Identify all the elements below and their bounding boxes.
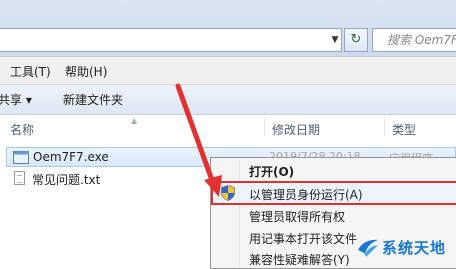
watermark: 系统天地 xyxy=(356,234,456,262)
exe-icon xyxy=(13,151,29,164)
menu-run-as-admin[interactable]: 以管理员身份运行(A) xyxy=(249,186,363,203)
watermark-logo-icon xyxy=(358,239,378,257)
menu-tools[interactable]: 工具(T) xyxy=(10,63,51,80)
column-divider[interactable] xyxy=(264,118,265,136)
column-headers: ▲ 名称 修改日期 类型 xyxy=(0,116,456,138)
address-bar-area: ▼ ↻ 搜索 Oem7F7... xyxy=(0,0,456,57)
menu-open[interactable]: 打开(O) xyxy=(249,163,294,180)
chevron-down-icon[interactable]: ▼ xyxy=(328,30,342,50)
new-folder-button[interactable]: 新建文件夹 xyxy=(63,91,123,108)
menu-gutter xyxy=(239,160,240,266)
refresh-arrows-icon: ↻ xyxy=(350,32,362,47)
menu-bar: 工具(T) 帮助(H) xyxy=(0,58,456,85)
share-button[interactable]: 共享 ▾ xyxy=(0,91,32,108)
search-input[interactable]: 搜索 Oem7F7... xyxy=(372,28,456,52)
uac-shield-icon xyxy=(221,185,235,201)
menu-open-with-notepad[interactable]: 用记事本打开该文件 xyxy=(249,230,357,247)
menu-compatibility-troubleshoot[interactable]: 兼容性疑难解答(Y) xyxy=(249,251,350,268)
column-divider[interactable] xyxy=(384,118,385,136)
column-name[interactable]: 名称 xyxy=(10,121,34,138)
watermark-text: 系统天地 xyxy=(382,239,447,257)
file-name: Oem7F7.exe xyxy=(33,150,109,164)
column-type[interactable]: 类型 xyxy=(392,121,416,138)
command-toolbar: 共享 ▾ 新建文件夹 xyxy=(0,85,456,115)
address-field[interactable] xyxy=(0,28,342,52)
text-file-icon xyxy=(14,171,25,185)
file-row-txt[interactable]: 常见问题.txt xyxy=(6,169,206,189)
menu-help[interactable]: 帮助(H) xyxy=(65,63,107,80)
file-name: 常见问题.txt xyxy=(32,173,101,187)
column-modified[interactable]: 修改日期 xyxy=(272,121,320,138)
menu-take-ownership[interactable]: 管理员取得所有权 xyxy=(249,208,345,225)
sort-up-icon: ▲ xyxy=(131,116,138,125)
refresh-button[interactable]: ↻ xyxy=(344,28,368,52)
